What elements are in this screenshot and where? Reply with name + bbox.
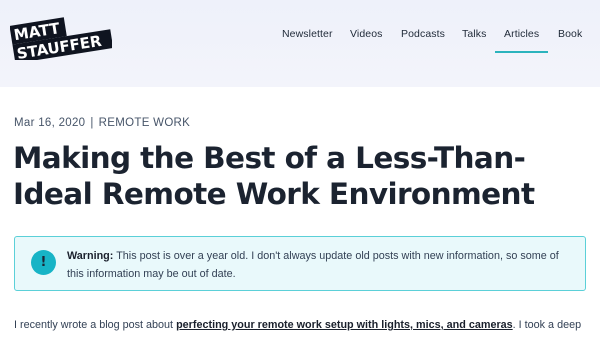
meta-separator: |	[90, 117, 94, 129]
remote-setup-link[interactable]: perfecting your remote work setup with l…	[176, 319, 513, 331]
nav-podcasts[interactable]: Podcasts	[401, 28, 445, 48]
warning-text: This post is over a year old. I don't al…	[67, 250, 559, 280]
nav-book[interactable]: Book	[558, 28, 582, 48]
intro-text-before: I recently wrote a blog post about	[14, 319, 177, 331]
post-intro: I recently wrote a blog post about perfe…	[14, 319, 600, 331]
intro-text-after: . I took a deep	[512, 319, 582, 331]
post-date: Mar 16, 2020	[14, 117, 86, 129]
nav-articles[interactable]: Articles	[494, 28, 549, 53]
warning-label: Warning:	[67, 250, 114, 262]
nav-videos[interactable]: Videos	[350, 28, 383, 48]
post-category-link[interactable]: REMOTE WORK	[99, 117, 190, 129]
site-header: MATT STAUFFER Newsletter Videos Podcasts…	[0, 0, 600, 87]
post-meta: Mar 16, 2020 | REMOTE WORK	[14, 117, 190, 129]
warning-callout: ! Warning: This post is over a year old.…	[14, 236, 586, 291]
nav-newsletter[interactable]: Newsletter	[282, 28, 333, 48]
nav-talks[interactable]: Talks	[462, 28, 486, 48]
post-title: Making the Best of a Less-Than-Ideal Rem…	[13, 141, 535, 211]
exclamation-icon: !	[31, 250, 56, 275]
site-logo[interactable]: MATT STAUFFER	[10, 16, 112, 60]
warning-message: Warning: This post is over a year old. I…	[67, 247, 567, 283]
